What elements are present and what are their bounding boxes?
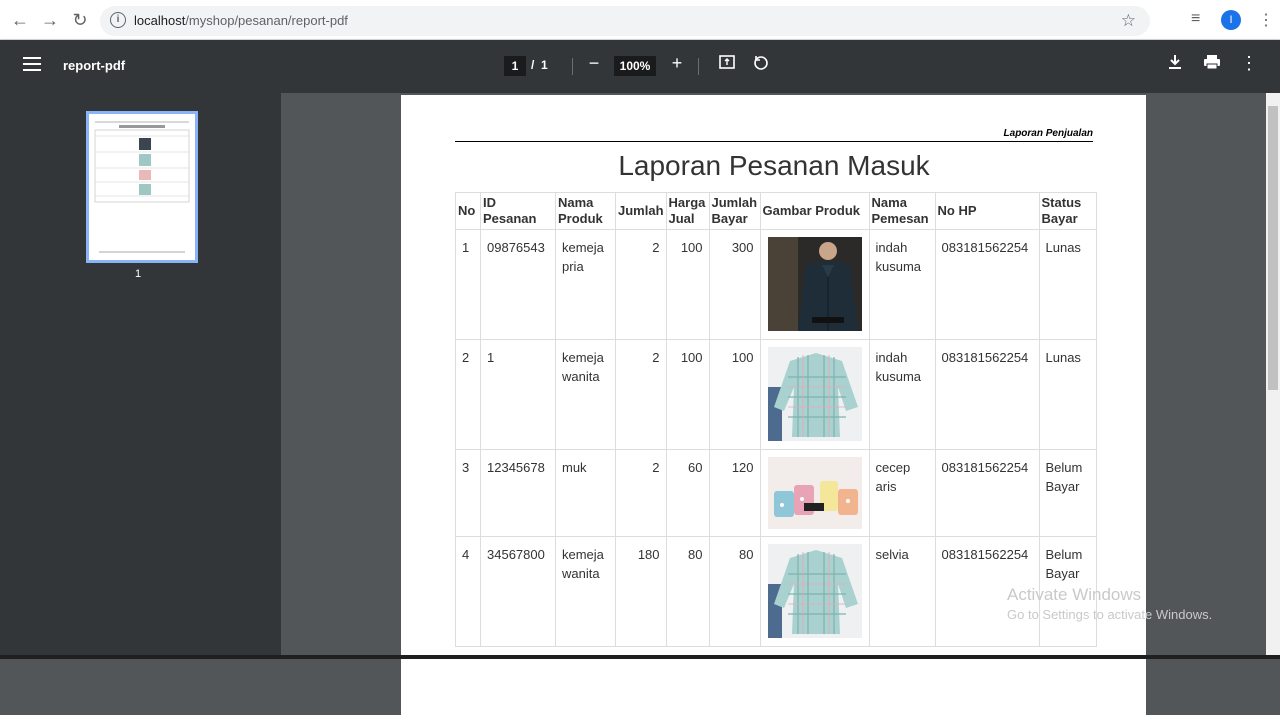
zoom-out-icon[interactable]: −: [583, 53, 605, 74]
url-text[interactable]: localhost/myshop/pesanan/report-pdf: [134, 13, 348, 28]
bookmark-star-icon[interactable]: ☆: [1121, 11, 1136, 31]
cell-jumlah: 2: [615, 229, 667, 340]
cell-bayar: 120: [708, 449, 761, 537]
cell-gambar: [759, 339, 870, 450]
download-icon[interactable]: [1164, 53, 1186, 76]
orders-table: No ID Pesanan Nama Produk Jumlah Harga J…: [455, 192, 1097, 647]
cell-id: 12345678: [480, 449, 556, 537]
cell-id: 1: [480, 339, 556, 450]
hamburger-menu-icon[interactable]: [23, 57, 41, 73]
cell-no: 1: [455, 229, 481, 340]
browser-address-bar: ← → ↻ i localhost/myshop/pesanan/report-…: [0, 0, 1280, 40]
back-arrow-icon[interactable]: ←: [10, 10, 30, 30]
cell-bayar: 100: [708, 339, 761, 450]
zoom-in-icon[interactable]: +: [666, 53, 688, 74]
cell-hp: 083181562254: [934, 339, 1040, 450]
product-image-mugs: [767, 457, 862, 529]
column-header: ID Pesanan: [480, 192, 556, 230]
cell-harga: 100: [665, 229, 710, 340]
table-row: 1 09876543 kemeja pria 2 100 300 indah k…: [455, 229, 1097, 340]
cell-jumlah: 2: [615, 339, 667, 450]
document-title: report-pdf: [63, 58, 126, 73]
cell-produk: kemeja pria: [555, 229, 616, 340]
header-divider: [455, 141, 1093, 142]
cell-hp: 083181562254: [934, 229, 1040, 340]
column-header: Nama Produk: [555, 192, 616, 230]
taskbar-edge: [0, 655, 1280, 659]
cell-pemesan: indah kusuma: [868, 229, 936, 340]
table-row: 3 12345678 muk 2 60 120 cecep aris 08318…: [455, 449, 1097, 537]
cell-pemesan: selvia: [868, 536, 936, 647]
info-icon[interactable]: i: [110, 12, 126, 28]
zoom-level-input[interactable]: 100%: [614, 56, 656, 76]
column-header: Jumlah Bayar: [708, 192, 761, 230]
cell-produk: muk: [555, 449, 616, 537]
cell-produk: kemeja wanita: [555, 536, 616, 647]
cell-bayar: 80: [708, 536, 761, 647]
product-image-plaid-shirt: [767, 347, 862, 441]
cell-jumlah: 2: [615, 449, 667, 537]
page-title: Laporan Pesanan Masuk: [618, 150, 930, 181]
cell-jumlah: 180: [615, 536, 667, 647]
column-header: Gambar Produk: [759, 192, 870, 230]
rotate-icon[interactable]: [750, 53, 772, 76]
browser-menu-icon[interactable]: ⋮: [1258, 10, 1274, 30]
reload-icon[interactable]: ↻: [70, 10, 90, 30]
column-header: Nama Pemesan: [868, 192, 936, 230]
column-header: No: [455, 192, 481, 230]
fit-to-page-icon[interactable]: [716, 53, 738, 76]
toolbar-divider: [572, 58, 573, 75]
cell-status: Belum Bayar: [1038, 449, 1097, 537]
cell-status: Lunas: [1038, 339, 1097, 450]
cell-pemesan: indah kusuma: [868, 339, 936, 450]
scrollbar-thumb[interactable]: [1268, 106, 1278, 390]
url-bar[interactable]: i localhost/myshop/pesanan/report-pdf ☆: [100, 6, 1150, 36]
page-number-input[interactable]: 1: [504, 56, 526, 76]
product-image-dark-shirt: [767, 237, 862, 331]
column-header: No HP: [934, 192, 1040, 230]
windows-activation-hint: Go to Settings to activate Windows.: [1007, 607, 1213, 622]
page-count: / 1: [531, 58, 548, 72]
cell-status: Lunas: [1038, 229, 1097, 340]
cell-no: 4: [455, 536, 481, 647]
column-header: Jumlah: [615, 192, 667, 230]
toolbar-divider: [698, 58, 699, 75]
column-header: Harga Jual: [665, 192, 710, 230]
forward-arrow-icon[interactable]: →: [40, 10, 60, 30]
thumbnail-page-number: 1: [135, 268, 142, 280]
windows-activation-watermark: Activate Windows: [1007, 585, 1142, 604]
cell-no: 2: [455, 339, 481, 450]
cell-harga: 60: [665, 449, 710, 537]
avatar[interactable]: I: [1221, 10, 1241, 30]
table-row: 4 34567800 kemeja wanita 180 80 80 selvi…: [455, 536, 1097, 647]
cell-id: 09876543: [480, 229, 556, 340]
cell-pemesan: cecep aris: [868, 449, 936, 537]
media-control-icon[interactable]: ≡: [1191, 10, 1200, 28]
cell-bayar: 300: [708, 229, 761, 340]
cell-no: 3: [455, 449, 481, 537]
cell-hp: 083181562254: [934, 449, 1040, 537]
column-header: Status Bayar: [1038, 192, 1097, 230]
table-header-row: No ID Pesanan Nama Produk Jumlah Harga J…: [455, 192, 1097, 230]
table-row: 2 1 kemeja wanita 2 100 100 indah kusuma…: [455, 339, 1097, 450]
cell-id: 34567800: [480, 536, 556, 647]
print-icon[interactable]: [1201, 53, 1223, 76]
cell-harga: 80: [665, 536, 710, 647]
cell-gambar: [759, 536, 870, 647]
cell-gambar: [759, 449, 870, 537]
page-thumbnail[interactable]: [86, 111, 198, 263]
pdf-toolbar: report-pdf 1 / 1 − 100% + ⋮: [0, 40, 1280, 93]
product-image-plaid-shirt: [767, 544, 862, 638]
more-options-icon[interactable]: ⋮: [1238, 53, 1260, 74]
cell-gambar: [759, 229, 870, 340]
report-header-label: Laporan Penjualan: [1003, 128, 1093, 139]
cell-produk: kemeja wanita: [555, 339, 616, 450]
cell-harga: 100: [665, 339, 710, 450]
